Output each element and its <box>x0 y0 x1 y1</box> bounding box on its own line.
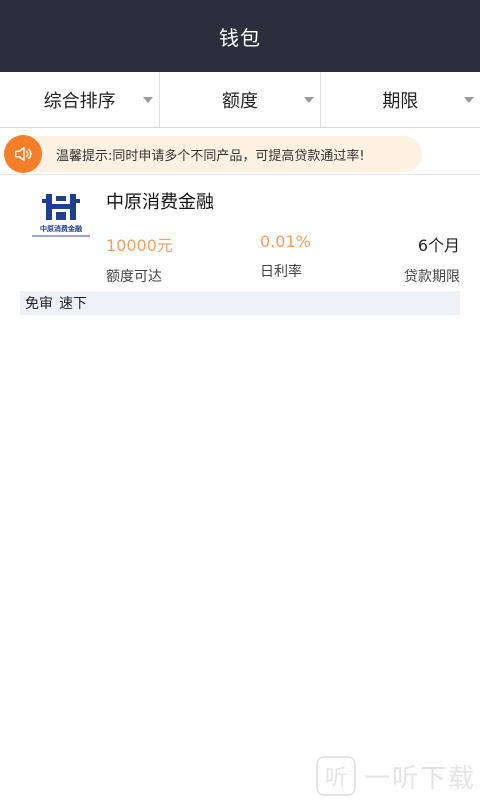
filter-term[interactable]: 期限 <box>319 72 480 127</box>
amount-label: 额度可达 <box>106 269 162 285</box>
rate-value: 0.01% <box>260 232 311 251</box>
watermark-text: 一听下载 <box>364 763 477 794</box>
app-header: 钱包 <box>0 0 480 72</box>
amount-stat: 10000元 额度可达 <box>106 232 173 286</box>
tag: 免审 <box>25 296 53 312</box>
filter-amount-label: 额度 <box>221 90 258 112</box>
product-logo: 中原消费金融 <box>30 192 92 248</box>
filter-sort-label: 综合排序 <box>43 90 116 112</box>
term-stat: 6个月 贷款期限 <box>404 232 460 286</box>
page-title: 钱包 <box>219 25 261 50</box>
tag: 速下 <box>59 296 87 312</box>
filter-bar: 综合排序 额度 期限 <box>0 72 480 128</box>
watermark-badge: 听 <box>316 756 356 796</box>
logo-caption: 中原消费金融 <box>40 225 82 233</box>
rate-label: 日利率 <box>260 264 302 280</box>
filter-term-label: 期限 <box>382 90 419 112</box>
term-value: 6个月 <box>417 236 460 255</box>
notice-text: 温馨提示:同时申请多个不同产品，可提高贷款通过率! <box>56 148 365 164</box>
amount-value: 10000元 <box>106 236 173 255</box>
caret-down-icon <box>143 96 154 103</box>
product-card[interactable]: 中原消费金融 中原消费金融 10000元 额度可达 0.01% 日利率 6个月 … <box>0 180 480 320</box>
notice-banner: 温馨提示:同时申请多个不同产品，可提高贷款通过率! <box>4 135 422 173</box>
bank-logo-icon <box>42 194 80 220</box>
term-label: 贷款期限 <box>404 269 460 285</box>
divider <box>0 174 480 175</box>
caret-down-icon <box>303 96 314 103</box>
filter-sort[interactable]: 综合排序 <box>0 72 159 127</box>
product-name: 中原消费金融 <box>106 192 214 213</box>
product-tags: 免审 速下 <box>20 291 460 315</box>
rate-stat: 0.01% 日利率 <box>260 232 311 281</box>
watermark: 听 一听下载 <box>316 752 480 800</box>
caret-down-icon <box>463 96 474 103</box>
filter-amount[interactable]: 额度 <box>159 72 319 127</box>
speaker-icon <box>4 135 42 173</box>
logo-underline <box>32 235 90 237</box>
